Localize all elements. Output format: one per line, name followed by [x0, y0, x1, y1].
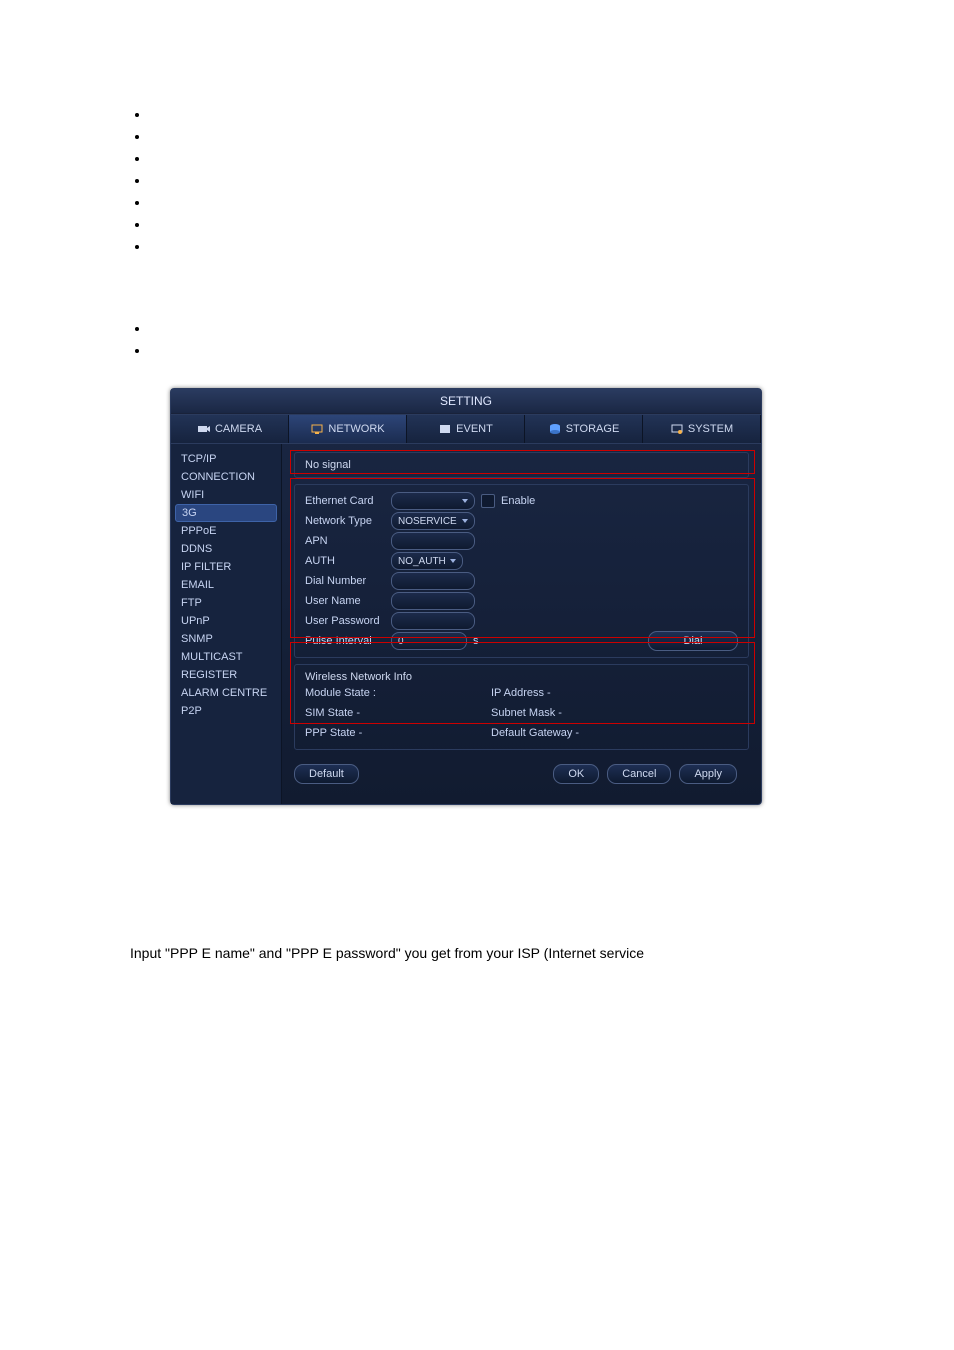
sidebar-item-3g[interactable]: 3G [175, 504, 277, 522]
label-ip-address: IP Address - [491, 687, 551, 699]
tab-system[interactable]: SYSTEM [643, 415, 761, 443]
label-user-password: User Password [305, 615, 385, 627]
tab-label: STORAGE [566, 423, 620, 435]
bullet-list-1 [150, 106, 824, 254]
bullet [150, 172, 824, 188]
wireless-info-pane: Wireless Network Info Module State : IP … [294, 664, 749, 750]
tab-network[interactable]: NETWORK [289, 415, 407, 443]
label-user-name: User Name [305, 595, 385, 607]
camera-icon [197, 423, 211, 435]
apply-button[interactable]: Apply [679, 764, 737, 784]
network-icon [310, 423, 324, 435]
sidebar-item-upnp[interactable]: UPnP [171, 612, 281, 630]
label-dial-number: Dial Number [305, 575, 385, 587]
sidebar-item-ipfilter[interactable]: IP FILTER [171, 558, 281, 576]
sidebar-item-alarmcentre[interactable]: ALARM CENTRE [171, 684, 281, 702]
bullet [150, 150, 824, 166]
sidebar-item-ddns[interactable]: DDNS [171, 540, 281, 558]
label-subnet-mask: Subnet Mask - [491, 707, 562, 719]
button-row: Default OK Cancel Apply [294, 756, 749, 796]
storage-icon [548, 423, 562, 435]
sidebar-item-register[interactable]: REGISTER [171, 666, 281, 684]
label-pulse-interval: Pulse Interval [305, 635, 385, 647]
dialog-title: SETTING [171, 389, 761, 414]
label-apn: APN [305, 535, 385, 547]
sidebar-item-wifi[interactable]: WIFI [171, 486, 281, 504]
ethernet-card-select[interactable] [391, 492, 475, 510]
default-button[interactable]: Default [294, 764, 359, 784]
tab-label: CAMERA [215, 423, 262, 435]
dial-number-input[interactable] [391, 572, 475, 590]
dial-button[interactable]: Dial [648, 631, 738, 651]
network-type-select[interactable]: NOSERVICE [391, 512, 475, 530]
bullet [150, 106, 824, 122]
tab-label: NETWORK [328, 423, 384, 435]
chevron-down-icon [462, 499, 468, 503]
sidebar-item-p2p[interactable]: P2P [171, 702, 281, 720]
user-name-input[interactable] [391, 592, 475, 610]
chevron-down-icon [462, 519, 468, 523]
event-icon [438, 423, 452, 435]
label-ethernet-card: Ethernet Card [305, 495, 385, 507]
label-ppp-state: PPP State - [305, 727, 485, 739]
sidebar: TCP/IP CONNECTION WIFI 3G PPPoE DDNS IP … [171, 444, 282, 804]
system-icon [670, 423, 684, 435]
label-default-gateway: Default Gateway - [491, 727, 579, 739]
bullet [150, 194, 824, 210]
label-enable: Enable [501, 495, 535, 507]
bullet [150, 128, 824, 144]
status-pane: No signal [294, 452, 749, 478]
footer-paragraph: Input "PPP E name" and "PPP E password" … [130, 945, 824, 961]
sidebar-item-snmp[interactable]: SNMP [171, 630, 281, 648]
tab-event[interactable]: EVENT [407, 415, 525, 443]
enable-checkbox[interactable] [481, 494, 495, 508]
bullet-list-2 [150, 320, 824, 358]
auth-select[interactable]: NO_AUTH [391, 552, 463, 570]
bullet [150, 320, 824, 336]
settings-dialog: SETTING CAMERA NETWORK EVENT [170, 388, 762, 805]
sidebar-item-tcpip[interactable]: TCP/IP [171, 450, 281, 468]
ok-button[interactable]: OK [553, 764, 599, 784]
bullet [150, 216, 824, 232]
tab-label: EVENT [456, 423, 493, 435]
signal-status: No signal [305, 459, 351, 471]
config-pane: Ethernet Card Enable Network Type NOSERV… [294, 484, 749, 658]
chevron-down-icon [450, 559, 456, 563]
select-value: NOSERVICE [398, 516, 457, 527]
bullet [150, 238, 824, 254]
label-module-state: Module State : [305, 687, 485, 699]
tab-camera[interactable]: CAMERA [171, 415, 289, 443]
sidebar-item-connection[interactable]: CONNECTION [171, 468, 281, 486]
label-pulse-unit: s [473, 635, 479, 647]
bullet [150, 342, 824, 358]
pulse-interval-input[interactable]: 0 [391, 632, 467, 650]
apn-input[interactable] [391, 532, 475, 550]
sidebar-item-multicast[interactable]: MULTICAST [171, 648, 281, 666]
label-network-type: Network Type [305, 515, 385, 527]
tab-label: SYSTEM [688, 423, 733, 435]
wireless-info-head: Wireless Network Info [305, 671, 738, 683]
tab-storage[interactable]: STORAGE [525, 415, 643, 443]
select-value: NO_AUTH [398, 556, 446, 567]
user-password-input[interactable] [391, 612, 475, 630]
tabs: CAMERA NETWORK EVENT STORAGE [171, 414, 761, 444]
sidebar-item-email[interactable]: EMAIL [171, 576, 281, 594]
label-sim-state: SIM State - [305, 707, 485, 719]
label-auth: AUTH [305, 555, 385, 567]
cancel-button[interactable]: Cancel [607, 764, 671, 784]
sidebar-item-pppoe[interactable]: PPPoE [171, 522, 281, 540]
sidebar-item-ftp[interactable]: FTP [171, 594, 281, 612]
